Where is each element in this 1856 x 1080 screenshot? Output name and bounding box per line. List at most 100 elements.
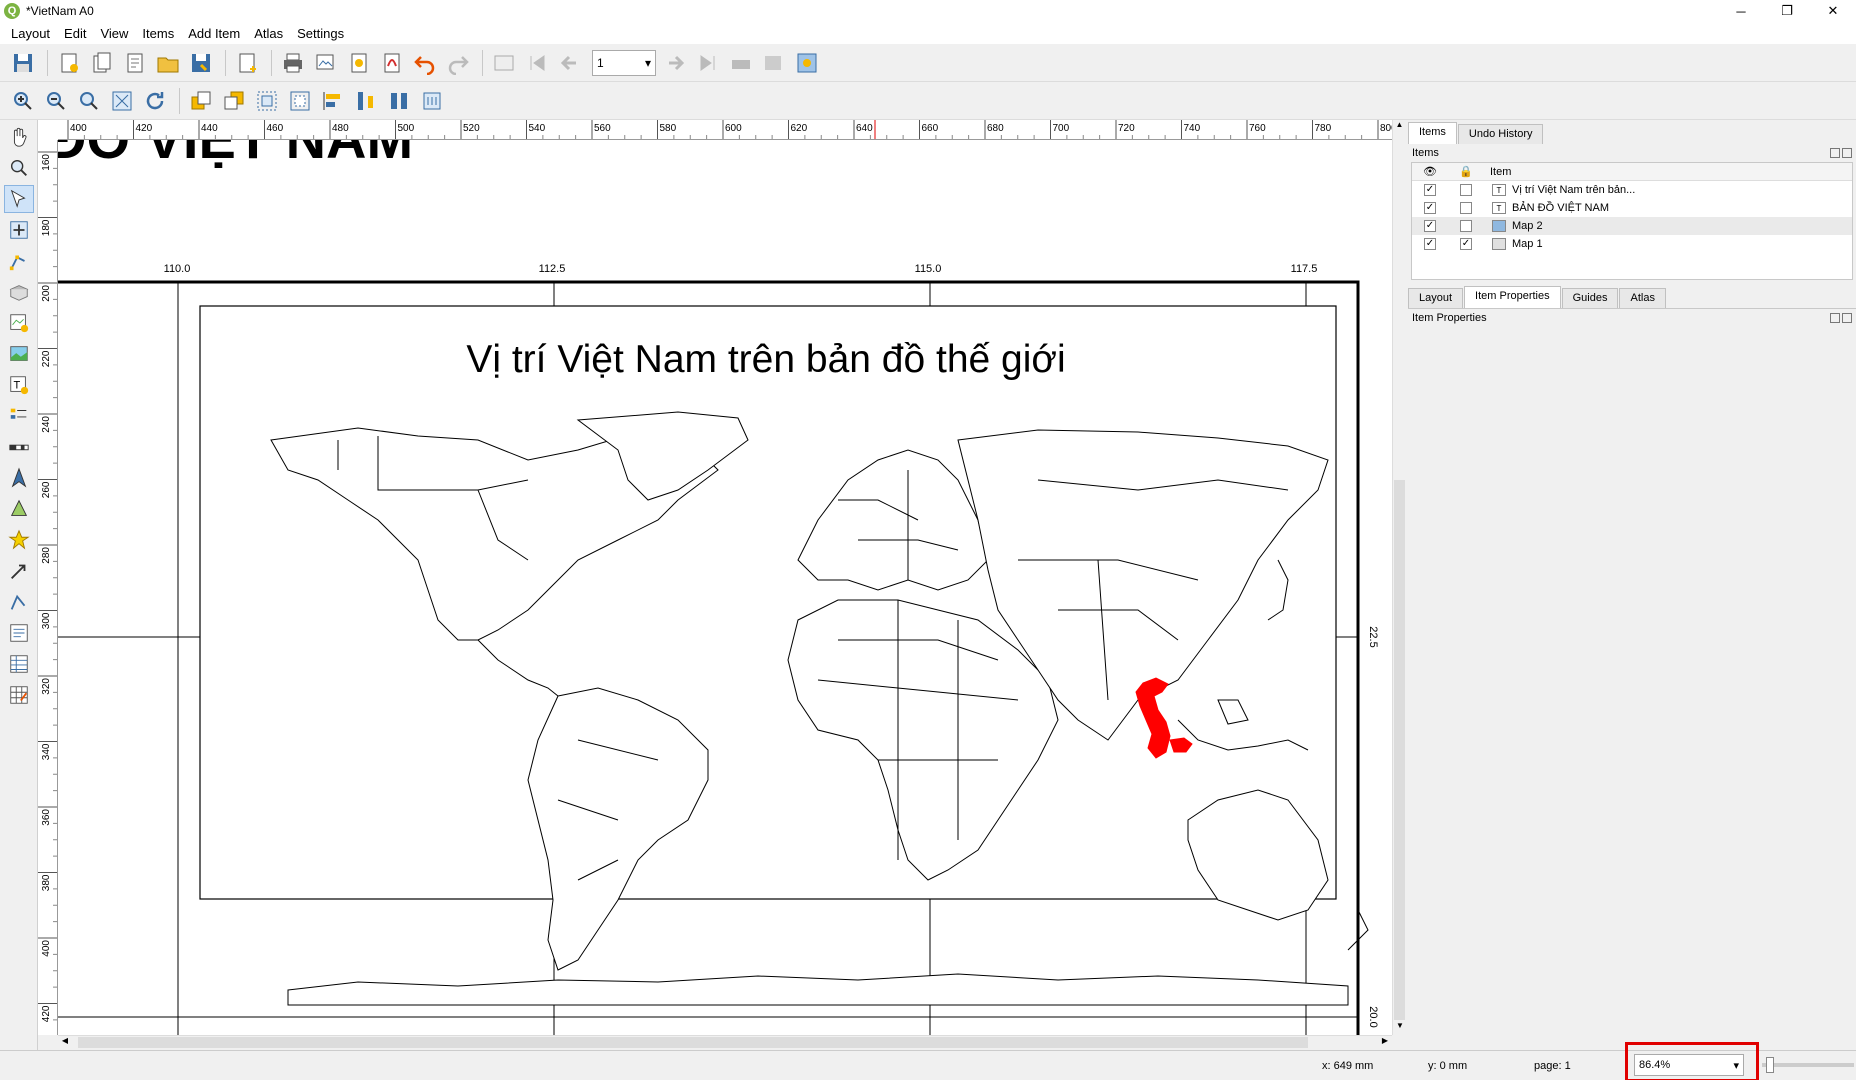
scroll-down-icon[interactable]: ▼	[1393, 1021, 1407, 1035]
add-fixed-table-icon[interactable]	[4, 681, 34, 709]
items-row[interactable]: ✓ Map 2	[1412, 217, 1852, 235]
add-label-icon[interactable]: T	[4, 371, 34, 399]
atlas-preview-icon[interactable]	[489, 48, 519, 78]
align-items-icon[interactable]	[318, 86, 348, 116]
layout-manager-icon[interactable]	[120, 48, 150, 78]
items-row[interactable]: ✓ T BẢN ĐỒ VIỆT NAM	[1412, 199, 1852, 217]
zoom-slider[interactable]	[1762, 1057, 1854, 1073]
next-feature-icon[interactable]	[660, 48, 690, 78]
atlas-page-select[interactable]: 1 ▾	[592, 49, 656, 76]
add-node-item-icon[interactable]	[4, 588, 34, 616]
tab-guides[interactable]: Guides	[1561, 288, 1619, 308]
scroll-left-icon[interactable]: ◀	[58, 1036, 72, 1050]
menu-edit[interactable]: Edit	[57, 26, 93, 41]
menu-add-item[interactable]: Add Item	[181, 26, 247, 41]
menu-layout[interactable]: Layout	[4, 26, 57, 41]
add-shape-icon[interactable]	[4, 495, 34, 523]
distribute-items-icon[interactable]	[351, 86, 381, 116]
select-move-icon[interactable]	[4, 185, 34, 213]
vertical-scroll-thumb[interactable]	[1394, 480, 1405, 1020]
menu-atlas[interactable]: Atlas	[247, 26, 290, 41]
add-html-icon[interactable]	[4, 619, 34, 647]
visible-checkbox[interactable]: ✓	[1424, 220, 1436, 232]
tab-item-properties[interactable]: Item Properties	[1464, 286, 1561, 308]
scroll-up-icon[interactable]: ▲	[1393, 120, 1406, 134]
print-icon[interactable]	[278, 48, 308, 78]
close-dock-icon[interactable]	[1842, 312, 1852, 323]
vertical-scrollbar[interactable]: ▲ ▼	[1392, 120, 1406, 1035]
add-legend-icon[interactable]	[4, 402, 34, 430]
zoom-out-icon[interactable]	[41, 86, 71, 116]
save-as-template-icon[interactable]	[186, 48, 216, 78]
zoom-full-icon[interactable]	[107, 86, 137, 116]
pan-hand-icon[interactable]	[4, 123, 34, 151]
group-items-icon[interactable]	[252, 86, 282, 116]
print-atlas-icon[interactable]	[726, 48, 756, 78]
raise-item-icon[interactable]	[186, 86, 216, 116]
add-marker-icon[interactable]	[4, 526, 34, 554]
add-picture-icon[interactable]	[4, 340, 34, 368]
scroll-right-icon[interactable]: ▶	[1378, 1036, 1392, 1050]
add-3d-map-icon[interactable]	[4, 278, 34, 306]
maximize-button[interactable]: ❐	[1764, 0, 1810, 22]
add-items-from-template-icon[interactable]	[153, 48, 183, 78]
export-svg-icon[interactable]	[344, 48, 374, 78]
close-dock-icon[interactable]	[1842, 148, 1852, 158]
layout-canvas[interactable]: ĐỒ VIỆT NAM 110.0 112.5 115.0 117.5 22.5…	[58, 140, 1392, 1035]
ruler-label: 220	[41, 350, 52, 367]
refresh-icon[interactable]	[140, 86, 170, 116]
tab-layout[interactable]: Layout	[1408, 288, 1464, 308]
previous-feature-icon[interactable]	[555, 48, 585, 78]
lower-item-icon[interactable]	[219, 86, 249, 116]
add-map-icon[interactable]	[4, 309, 34, 337]
visible-checkbox[interactable]: ✓	[1424, 202, 1436, 214]
add-scale-bar-icon[interactable]	[4, 433, 34, 461]
duplicate-layout-icon[interactable]	[87, 48, 117, 78]
tab-items[interactable]: Items	[1408, 122, 1457, 144]
zoom-slider-handle[interactable]	[1766, 1057, 1774, 1073]
lock-checkbox[interactable]	[1460, 220, 1472, 232]
add-north-arrow-icon[interactable]	[4, 464, 34, 492]
export-image-icon[interactable]	[311, 48, 341, 78]
horizontal-scrollbar[interactable]: ◀ ▶	[58, 1035, 1392, 1049]
zoom-level-select[interactable]: 86.4% ▾	[1634, 1054, 1744, 1076]
export-atlas-icon[interactable]	[759, 48, 789, 78]
first-feature-icon[interactable]	[522, 48, 552, 78]
menu-settings[interactable]: Settings	[290, 26, 351, 41]
move-content-icon[interactable]	[4, 216, 34, 244]
zoom-in-icon[interactable]	[8, 86, 38, 116]
horizontal-scroll-thumb[interactable]	[78, 1037, 1308, 1048]
add-attribute-table-icon[interactable]	[4, 650, 34, 678]
redo-icon[interactable]	[443, 48, 473, 78]
close-button[interactable]: ✕	[1810, 0, 1856, 22]
visible-checkbox[interactable]: ✓	[1424, 184, 1436, 196]
visible-checkbox[interactable]: ✓	[1424, 238, 1436, 250]
add-pages-icon[interactable]	[232, 48, 262, 78]
undo-icon[interactable]	[410, 48, 440, 78]
zoom-actual-icon[interactable]	[74, 86, 104, 116]
atlas-settings-icon[interactable]	[792, 48, 822, 78]
lock-checkbox[interactable]	[1460, 202, 1472, 214]
zoom-tool-icon[interactable]	[4, 154, 34, 182]
menu-items[interactable]: Items	[135, 26, 181, 41]
tab-undo-history[interactable]: Undo History	[1457, 124, 1544, 144]
new-layout-icon[interactable]	[54, 48, 84, 78]
ruler-label: 420	[136, 123, 153, 134]
float-dock-icon[interactable]	[1830, 148, 1840, 158]
save-icon[interactable]	[8, 48, 38, 78]
last-feature-icon[interactable]	[693, 48, 723, 78]
ungroup-items-icon[interactable]	[285, 86, 315, 116]
edit-nodes-icon[interactable]	[4, 247, 34, 275]
float-dock-icon[interactable]	[1830, 312, 1840, 323]
resize-items-icon[interactable]	[384, 86, 414, 116]
export-pdf-icon[interactable]	[377, 48, 407, 78]
lock-checkbox[interactable]: ✓	[1460, 238, 1472, 250]
minimize-button[interactable]: ─	[1718, 0, 1764, 22]
lock-items-icon[interactable]	[417, 86, 447, 116]
add-arrow-icon[interactable]	[4, 557, 34, 585]
tab-atlas[interactable]: Atlas	[1619, 288, 1666, 308]
lock-checkbox[interactable]	[1460, 184, 1472, 196]
items-row[interactable]: ✓ T Vị trí Việt Nam trên bản...	[1412, 181, 1852, 199]
items-row[interactable]: ✓ ✓ Map 1	[1412, 235, 1852, 253]
menu-view[interactable]: View	[93, 26, 135, 41]
